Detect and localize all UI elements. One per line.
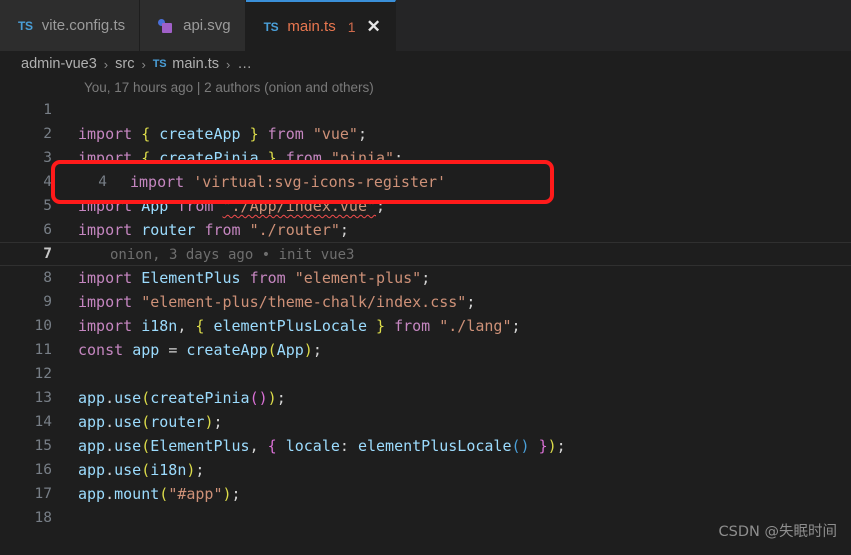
code-text: app.use(router); [78, 413, 223, 431]
code-text: app.use(i18n); [78, 461, 205, 479]
chevron-right-icon: › [226, 56, 231, 72]
code-text: import i18n, { elementPlusLocale } from … [78, 317, 521, 335]
code-line[interactable]: 8 import ElementPlus from "element-plus"; [0, 266, 851, 290]
line-number: 9 [43, 294, 52, 310]
line-number: 18 [34, 510, 52, 526]
code-line[interactable]: 15 app.use(ElementPlus, { locale: element… [0, 434, 851, 458]
code-line[interactable]: 14 app.use(router); [0, 410, 851, 434]
code-text: onion, 3 days ago • init vue3 [52, 245, 354, 263]
watermark: CSDN @失眠时间 [718, 524, 837, 540]
breadcrumb-item-file[interactable]: main.ts [172, 56, 219, 72]
chevron-right-icon: › [141, 56, 146, 72]
code-line[interactable]: 5 import App from "./App/index.vue"; [0, 194, 851, 218]
code-text: import { createApp } from "vue"; [78, 125, 367, 143]
code-line[interactable]: 13 app.use(createPinia()); [0, 386, 851, 410]
code-line[interactable]: 12 [0, 362, 851, 386]
code-line[interactable]: 10 import i18n, { elementPlusLocale } fro… [0, 314, 851, 338]
breadcrumb-item-project[interactable]: admin-vue3 [21, 56, 97, 72]
code-line[interactable]: 1 [0, 98, 851, 122]
code-text: app.mount("#app"); [78, 485, 241, 503]
line-number: 17 [34, 486, 52, 502]
code-line[interactable]: 7 onion, 3 days ago • init vue3 [0, 242, 851, 266]
breadcrumb-ellipsis[interactable]: … [237, 56, 252, 72]
line-number: 15 [34, 438, 52, 454]
line-number: 4 [43, 174, 52, 190]
git-blame-header: You, 17 hours ago | 2 authors (onion and… [0, 77, 851, 98]
code-line[interactable]: 6 import router from "./router"; [0, 218, 851, 242]
code-line[interactable]: 9 import "element-plus/theme-chalk/index.… [0, 290, 851, 314]
code-text: import ElementPlus from "element-plus"; [78, 269, 431, 287]
line-number: 16 [34, 462, 52, 478]
line-number: 14 [34, 414, 52, 430]
code-text: const app = createApp(App); [78, 341, 322, 359]
close-icon[interactable]: ✕ [367, 18, 381, 35]
breadcrumb-item-src[interactable]: src [115, 56, 134, 72]
code-line[interactable]: 16 app.use(i18n); [0, 458, 851, 482]
line-number: 1 [43, 102, 52, 118]
code-line[interactable]: 11 const app = createApp(App); [0, 338, 851, 362]
tab-main-ts[interactable]: TS main.ts 1 ✕ [245, 0, 396, 51]
code-text: import 'virtual:svg-icons-register' [78, 173, 395, 191]
code-text: app.use(ElementPlus, { locale: elementPl… [78, 437, 566, 455]
code-line[interactable]: 4 import 'virtual:svg-icons-register' [0, 170, 851, 194]
line-number: 3 [43, 150, 52, 166]
line-number: 7 [43, 246, 52, 262]
line-number: 6 [43, 222, 52, 238]
tab-bar-empty-space [395, 0, 851, 51]
code-editor[interactable]: 1 2 import { createApp } from "vue"; 3 impor… [0, 98, 851, 555]
code-line[interactable]: 3 import { createPinia } from "pinia"; [0, 146, 851, 170]
svg-file-icon [158, 18, 174, 34]
line-number: 2 [43, 126, 52, 142]
chevron-right-icon: › [103, 56, 109, 72]
code-text: import { createPinia } from "pinia"; [78, 149, 404, 167]
code-text: import App from "./App/index.vue"; [78, 197, 386, 215]
typescript-file-icon: TS [263, 19, 279, 34]
tab-error-count-badge: 1 [347, 18, 356, 35]
vscode-editor-window: TS vite.config.ts api.svg TS main.ts 1 ✕… [0, 0, 851, 555]
typescript-file-icon: TS [152, 58, 167, 70]
tab-api-svg[interactable]: api.svg [140, 0, 246, 51]
line-number: 12 [34, 366, 52, 382]
tab-label: main.ts [287, 18, 336, 35]
code-line-container: 1 2 import { createApp } from "vue"; 3 impor… [0, 98, 851, 530]
code-text: app.use(createPinia()); [78, 389, 286, 407]
tab-vite-config-ts[interactable]: TS vite.config.ts [0, 0, 141, 51]
line-number: 5 [43, 198, 52, 214]
code-text: import "element-plus/theme-chalk/index.c… [78, 293, 476, 311]
code-text: import router from "./router"; [78, 221, 349, 239]
line-number: 8 [43, 270, 52, 286]
line-number: 10 [34, 318, 52, 334]
line-number: 11 [34, 342, 52, 358]
git-blame-inline-hint: onion, 3 days ago • init vue3 [110, 247, 355, 263]
typescript-file-icon: TS [18, 18, 33, 33]
breadcrumb: admin-vue3 › src › TS main.ts › … [0, 51, 851, 77]
line-number: 13 [34, 390, 52, 406]
tab-label: api.svg [183, 17, 231, 34]
tab-label: vite.config.ts [41, 17, 126, 34]
editor-tab-bar: TS vite.config.ts api.svg TS main.ts 1 ✕ [0, 0, 851, 51]
code-line[interactable]: 17 app.mount("#app"); [0, 482, 851, 506]
code-line[interactable]: 2 import { createApp } from "vue"; [0, 122, 851, 146]
